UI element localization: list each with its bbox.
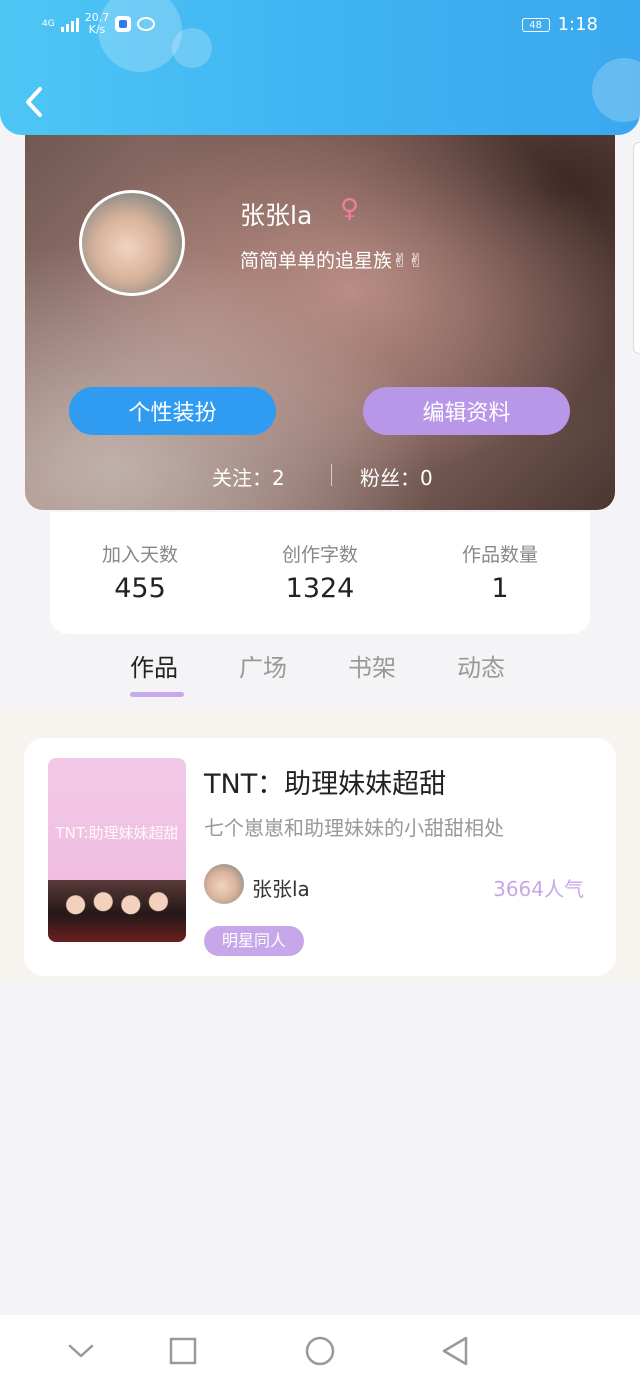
stat-value: 1 bbox=[491, 573, 509, 604]
stat-works-count: 作品数量 1 bbox=[410, 540, 590, 604]
stat-word-count: 创作字数 1324 bbox=[230, 540, 410, 604]
nav-back-button[interactable] bbox=[440, 1335, 470, 1367]
speed-unit: K/s bbox=[88, 23, 106, 36]
cover-image bbox=[48, 880, 186, 942]
chevron-down-icon bbox=[68, 1344, 94, 1358]
profile-card: 张张la ♀ 简简单单的追星族✌✌ 个性装扮 编辑资料 关注：2 粉丝：0 bbox=[25, 110, 615, 510]
following-count[interactable]: 关注：2 bbox=[212, 462, 285, 491]
decor-bubble bbox=[592, 58, 640, 122]
back-button[interactable] bbox=[20, 84, 52, 120]
author-name: 张张la bbox=[252, 877, 310, 901]
dress-up-button[interactable]: 个性装扮 bbox=[69, 387, 276, 435]
stat-value: 1324 bbox=[285, 573, 355, 604]
cover-title: TNT:助理妹妹超甜 bbox=[55, 824, 179, 842]
clock: 1:18 bbox=[557, 14, 598, 35]
stat-join-days: 加入天数 455 bbox=[50, 540, 230, 604]
stat-label: 加入天数 bbox=[101, 544, 178, 566]
author-avatar bbox=[204, 864, 244, 904]
tab-activity[interactable]: 动态 bbox=[457, 648, 505, 683]
work-card[interactable]: TNT:助理妹妹超甜 TNT：助理妹妹超甜 七个崽崽和助理妹妹的小甜甜相处 张张… bbox=[24, 738, 616, 976]
network-label: 4G bbox=[42, 19, 55, 29]
username: 张张la bbox=[240, 201, 313, 230]
divider bbox=[331, 464, 332, 486]
system-nav-bar bbox=[0, 1315, 640, 1387]
female-icon: ♀ bbox=[340, 194, 360, 224]
status-left: 4G 20.7 K/s bbox=[42, 12, 156, 36]
battery-icon: 48 bbox=[521, 17, 550, 32]
circle-home-icon bbox=[305, 1336, 335, 1366]
signal-icon bbox=[60, 16, 79, 32]
status-bar: 4G 20.7 K/s 48 1:18 bbox=[0, 0, 640, 52]
header: 4G 20.7 K/s 48 1:18 bbox=[0, 0, 640, 135]
nav-home-button[interactable] bbox=[304, 1335, 335, 1367]
edit-profile-button[interactable]: 编辑资料 bbox=[363, 387, 570, 435]
network-speed: 20.7 K/s bbox=[85, 12, 110, 36]
stat-label: 作品数量 bbox=[461, 544, 538, 566]
chevron-left-icon bbox=[26, 87, 42, 117]
tab-works[interactable]: 作品 bbox=[130, 648, 178, 683]
side-edge-handle[interactable] bbox=[633, 142, 640, 354]
avatar[interactable] bbox=[79, 190, 185, 296]
triangle-back-icon bbox=[442, 1336, 468, 1366]
nav-recent-button[interactable] bbox=[168, 1335, 198, 1367]
app-notification-icon bbox=[115, 16, 132, 32]
category-tag[interactable]: 明星同人 bbox=[204, 926, 305, 956]
stats-card: 加入天数 455 创作字数 1324 作品数量 1 bbox=[50, 512, 590, 634]
tab-square[interactable]: 广场 bbox=[239, 648, 287, 683]
nav-hide-button[interactable] bbox=[66, 1335, 96, 1367]
status-right: 48 1:18 bbox=[521, 14, 598, 35]
popularity-count: 3664人气 bbox=[493, 877, 584, 901]
bio: 简简单单的追星族✌✌ bbox=[240, 250, 424, 272]
tab-bookshelf[interactable]: 书架 bbox=[348, 648, 396, 683]
fans-count[interactable]: 粉丝：0 bbox=[360, 462, 433, 491]
tab-bar: 作品 广场 书架 动态 bbox=[0, 648, 640, 703]
work-title: TNT：助理妹妹超甜 bbox=[204, 769, 447, 800]
stat-label: 创作字数 bbox=[281, 544, 358, 566]
active-tab-indicator bbox=[130, 692, 184, 697]
book-cover[interactable]: TNT:助理妹妹超甜 bbox=[48, 758, 186, 942]
stat-value: 455 bbox=[114, 573, 166, 604]
square-recent-icon bbox=[169, 1337, 197, 1365]
work-description: 七个崽崽和助理妹妹的小甜甜相处 bbox=[204, 816, 504, 840]
wechat-icon bbox=[137, 17, 156, 31]
